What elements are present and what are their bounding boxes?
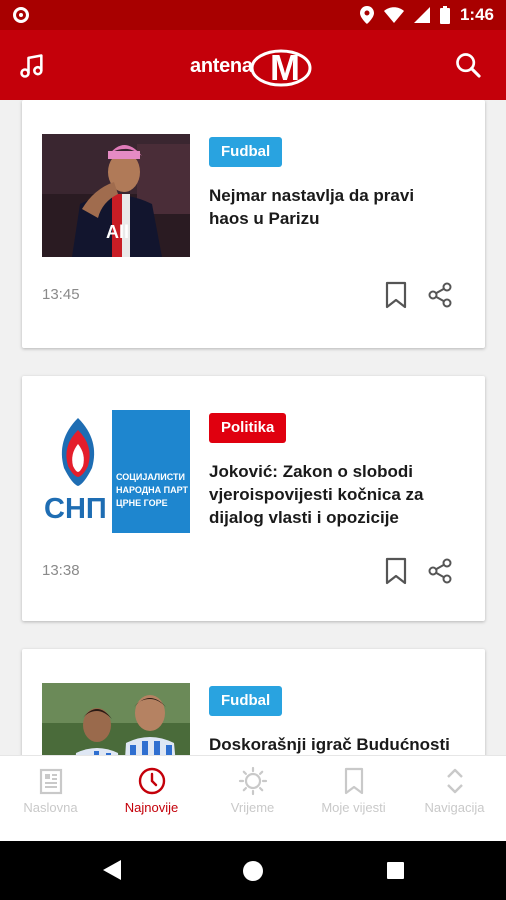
music-icon[interactable] xyxy=(18,52,46,80)
nav-item-naslovna[interactable]: Naslovna xyxy=(0,756,101,842)
nav-label: Naslovna xyxy=(23,800,78,815)
home-icon[interactable] xyxy=(243,861,263,881)
app-bar: antena M xyxy=(0,30,506,100)
nav-item-navigacija[interactable]: Navigacija xyxy=(404,756,505,842)
signal-icon xyxy=(413,7,430,23)
svg-text:ЦРНЕ ГОРЕ: ЦРНЕ ГОРЕ xyxy=(116,498,168,508)
article-time: 13:45 xyxy=(42,286,80,303)
app-logo: antena M xyxy=(190,44,313,88)
clock-icon xyxy=(138,767,165,795)
news-feed[interactable]: All Fudbal Nejmar nastavlja da pravi hao… xyxy=(0,100,506,755)
system-navigation-bar xyxy=(0,841,506,900)
battery-icon xyxy=(439,6,450,24)
clock-time: 1:46 xyxy=(459,5,494,24)
svg-text:All: All xyxy=(106,222,129,242)
status-bar: 1:46 xyxy=(0,0,506,30)
nav-item-moje-vijesti[interactable]: Moje vijesti xyxy=(303,756,404,842)
bookmark-icon[interactable] xyxy=(385,557,407,585)
logo-mark: M xyxy=(249,44,313,88)
svg-text:M: M xyxy=(270,47,300,88)
category-badge[interactable]: Fudbal xyxy=(209,137,283,167)
location-icon xyxy=(359,6,374,24)
notification-icon xyxy=(13,7,29,23)
newspaper-icon xyxy=(39,768,62,795)
article-thumbnail[interactable]: СНП СОЦИЈАЛИСТИ НАРОДНА ПАРТ ЦРНЕ ГОРЕ xyxy=(42,410,190,533)
svg-text:НАРОДНА ПАРТ: НАРОДНА ПАРТ xyxy=(116,485,189,495)
nav-label: Vrijeme xyxy=(230,800,275,815)
nav-item-najnovije[interactable]: Najnovije xyxy=(101,756,202,842)
logo-word: antena xyxy=(190,54,253,77)
chevrons-icon xyxy=(446,768,463,794)
nav-label: Moje vijesti xyxy=(321,800,386,815)
nav-label: Najnovije xyxy=(124,800,179,815)
recent-apps-icon[interactable] xyxy=(387,862,404,879)
article-card[interactable]: СНП СОЦИЈАЛИСТИ НАРОДНА ПАРТ ЦРНЕ ГОРЕ P… xyxy=(22,376,485,621)
category-badge[interactable]: Politika xyxy=(209,413,287,443)
article-title[interactable]: Joković: Zakon o slobodi vjeroispovijest… xyxy=(209,460,459,529)
wifi-icon xyxy=(383,7,404,23)
back-icon[interactable] xyxy=(103,860,121,880)
svg-text:СОЦИЈАЛИСТИ: СОЦИЈАЛИСТИ xyxy=(116,472,185,482)
category-badge[interactable]: Fudbal xyxy=(209,686,283,716)
article-thumbnail[interactable] xyxy=(42,683,190,755)
sun-icon xyxy=(238,766,267,796)
article-card[interactable]: Fudbal Doskorašnji igrač Budućnosti xyxy=(22,649,485,755)
article-thumbnail[interactable]: All xyxy=(42,134,190,257)
bookmark-icon xyxy=(344,767,363,795)
bottom-navigation: Naslovna Najnovije Vrijeme Moje vijesti xyxy=(0,755,506,842)
share-icon[interactable] xyxy=(427,558,453,584)
nav-label: Navigacija xyxy=(424,800,485,815)
share-icon[interactable] xyxy=(427,282,453,308)
svg-text:СНП: СНП xyxy=(44,493,107,525)
article-title[interactable]: Nejmar nastavlja da pravi haos u Parizu xyxy=(209,184,449,230)
bookmark-icon[interactable] xyxy=(385,281,407,309)
search-icon[interactable] xyxy=(454,51,482,79)
article-card[interactable]: All Fudbal Nejmar nastavlja da pravi hao… xyxy=(22,100,485,348)
article-time: 13:38 xyxy=(42,562,80,579)
nav-item-vrijeme[interactable]: Vrijeme xyxy=(202,756,303,842)
article-title[interactable]: Doskorašnji igrač Budućnosti xyxy=(209,733,479,755)
